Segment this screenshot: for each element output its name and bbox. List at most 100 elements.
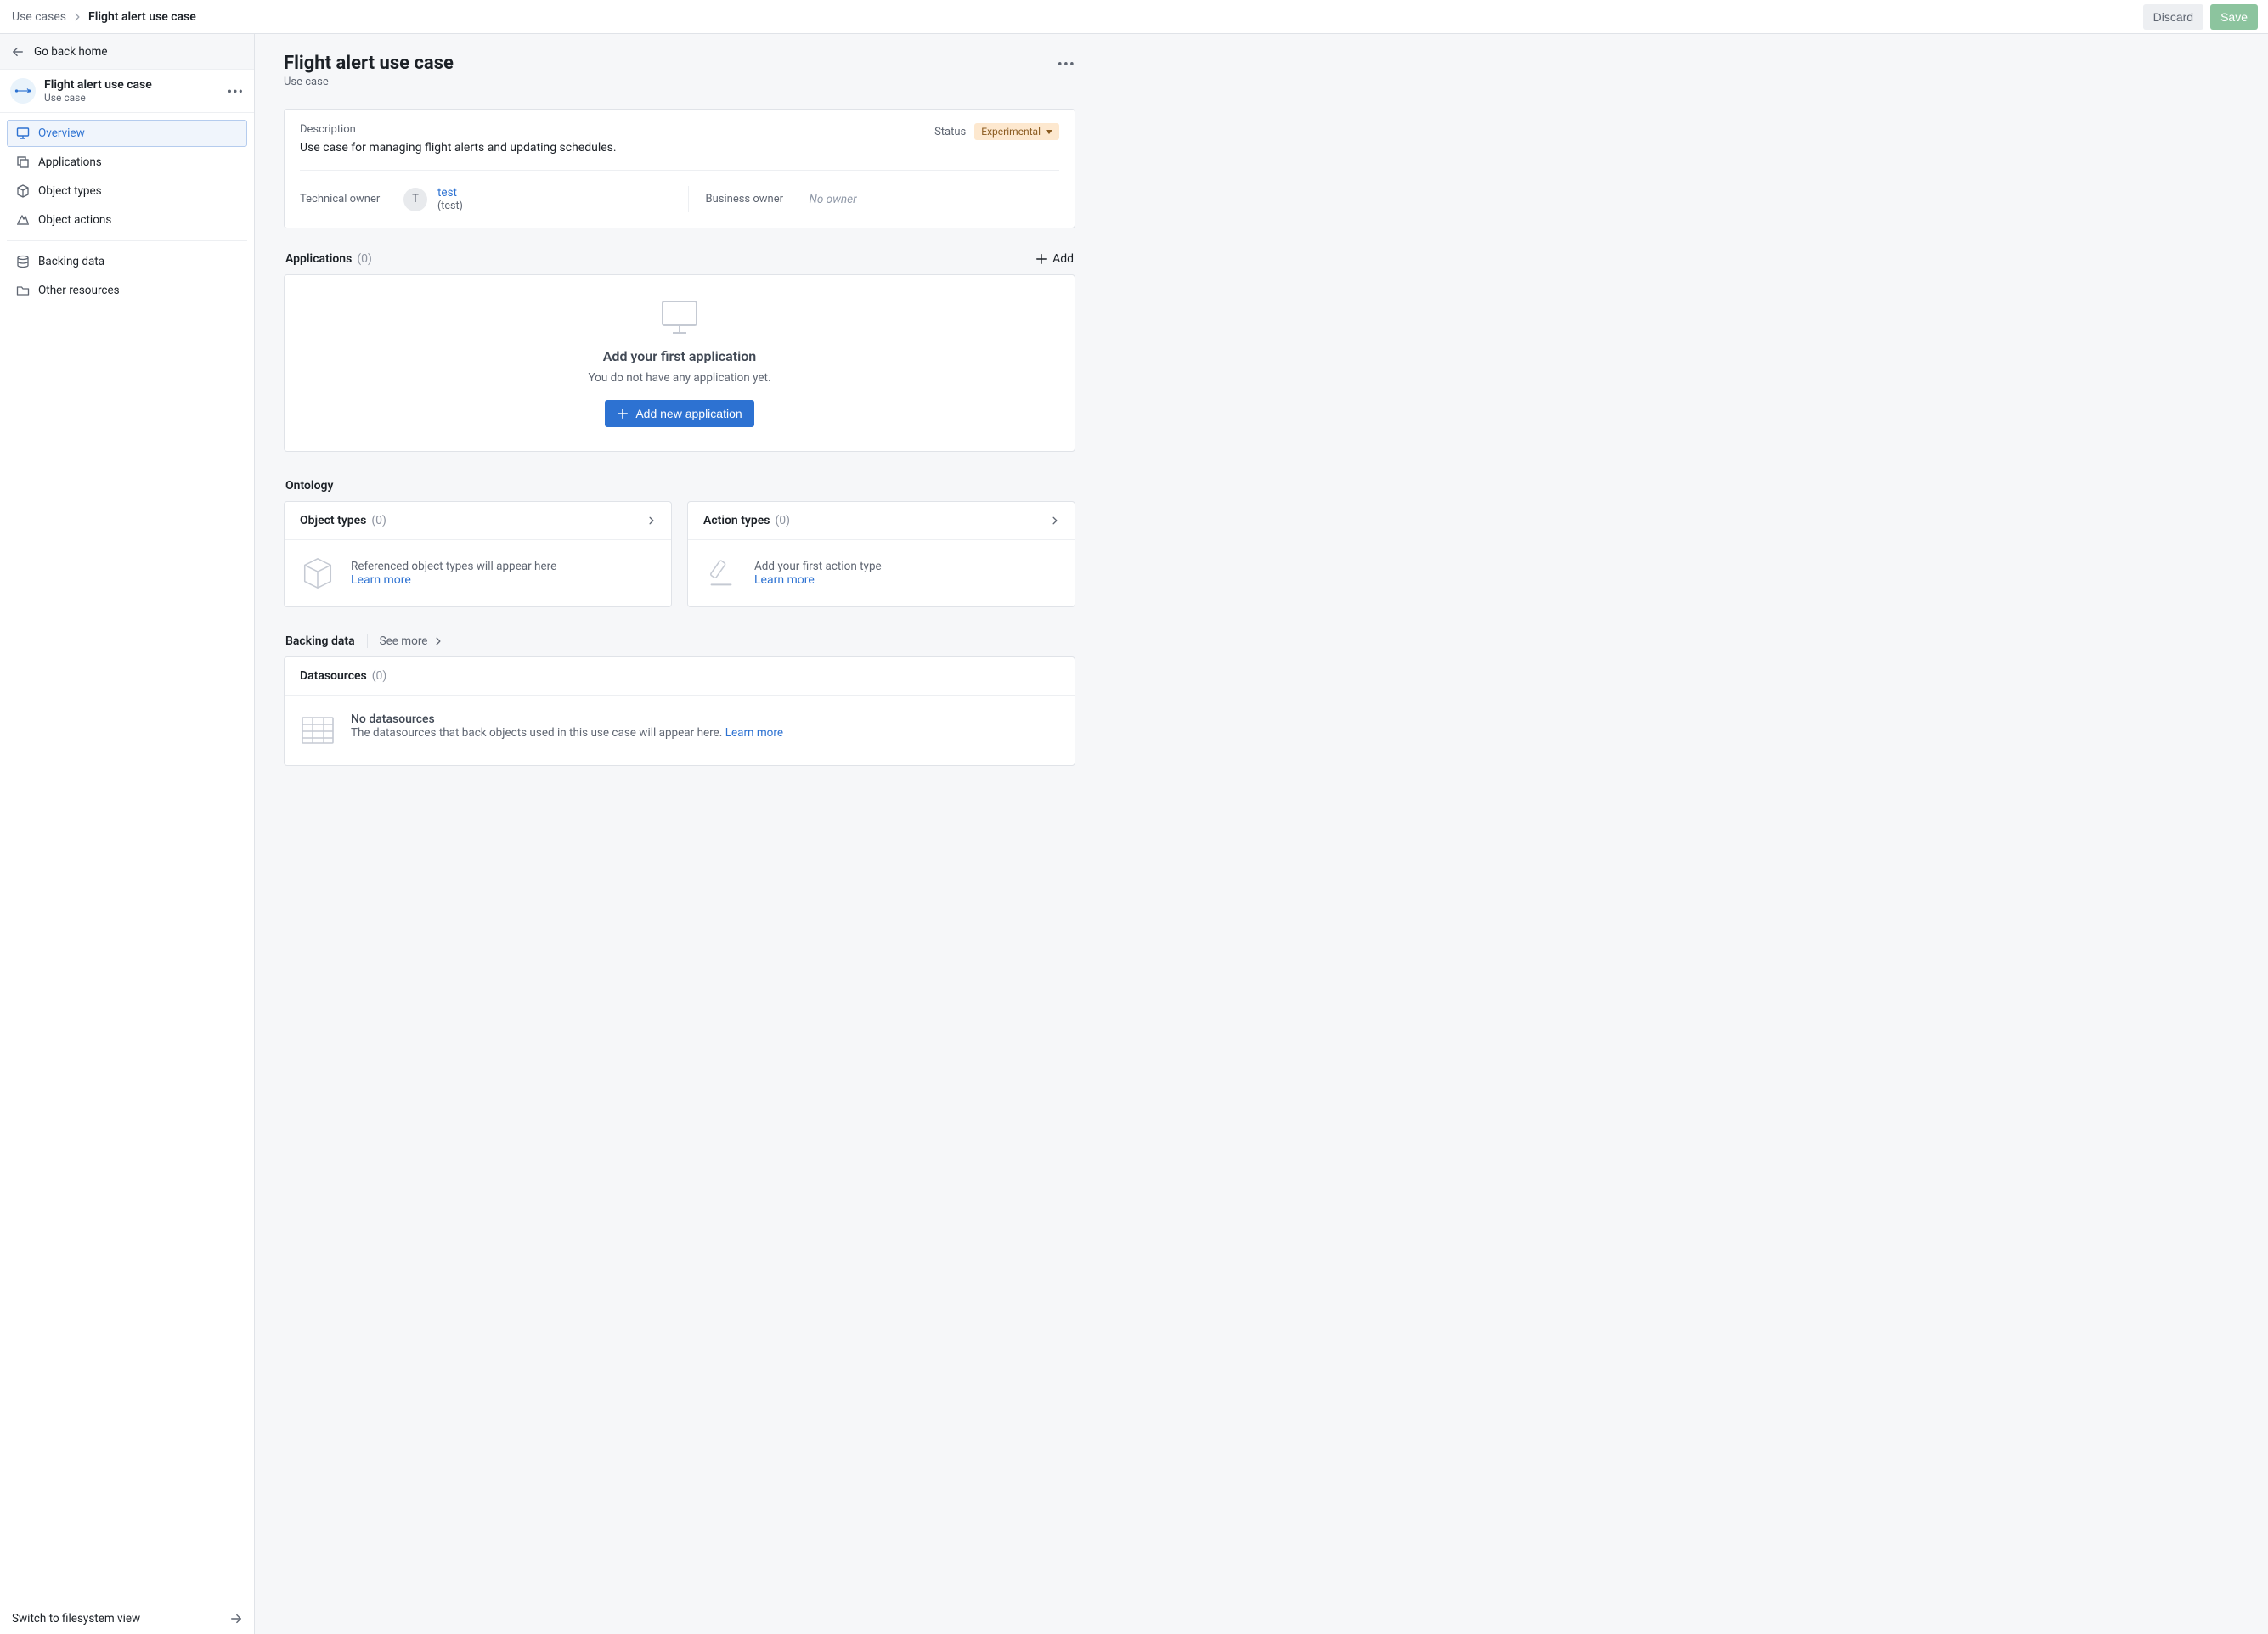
switch-filesystem-label: Switch to filesystem view (12, 1612, 140, 1626)
nav-object-actions[interactable]: Object actions (7, 206, 247, 234)
datasources-empty-sub: The datasources that back objects used i… (351, 726, 783, 740)
monitor-icon (16, 127, 30, 140)
nav-other-label: Other resources (38, 284, 120, 297)
datasources-header: Datasources (0) (285, 657, 1075, 695)
object-types-learn-more[interactable]: Learn more (351, 573, 556, 587)
technical-owner: Technical owner T test (test) (300, 186, 654, 212)
description-label: Description (300, 123, 917, 136)
plus-icon (1035, 253, 1047, 265)
status-badge[interactable]: Experimental (974, 123, 1059, 140)
actions-icon (16, 213, 30, 227)
nav-other-resources[interactable]: Other resources (7, 277, 247, 304)
discard-button[interactable]: Discard (2143, 4, 2203, 30)
action-types-count: (0) (775, 514, 790, 527)
object-types-msg: Referenced object types will appear here (351, 560, 556, 573)
datasources-count: (0) (372, 669, 387, 683)
action-types-header[interactable]: Action types (0) (688, 502, 1075, 539)
description-text: Use case for managing flight alerts and … (300, 141, 917, 155)
object-types-header[interactable]: Object types (0) (285, 502, 671, 539)
sidebar-header: Flight alert use case Use case ••• (0, 70, 254, 113)
object-types-title: Object types (300, 514, 366, 527)
object-types-card: Object types (0) Referenced object types… (284, 501, 672, 607)
nav-object-types-label: Object types (38, 184, 102, 198)
sidebar-more-icon[interactable]: ••• (228, 83, 244, 99)
arrow-right-icon (230, 1613, 242, 1625)
chevron-right-icon (1051, 516, 1059, 525)
description-card: Description Use case for managing flight… (284, 109, 1075, 228)
applications-count: (0) (357, 252, 372, 266)
nav-separator (7, 240, 247, 241)
cube-large-icon (300, 555, 336, 591)
caret-down-icon (1046, 130, 1052, 134)
breadcrumb-root[interactable]: Use cases (12, 10, 66, 24)
sidebar-subtitle: Use case (44, 92, 152, 104)
usecase-icon (10, 78, 36, 104)
cube-icon (16, 184, 30, 198)
status-value: Experimental (981, 126, 1041, 138)
table-icon (300, 713, 336, 748)
nav-applications-label: Applications (38, 155, 102, 169)
ontology-title: Ontology (285, 479, 333, 493)
add-application-link[interactable]: Add (1035, 252, 1074, 266)
applications-header: Applications (0) Add (284, 252, 1075, 266)
monitor-large-icon (659, 299, 700, 336)
avatar: T (403, 188, 427, 211)
topbar: Use cases Flight alert use case Discard … (0, 0, 2268, 34)
arrow-left-icon (12, 46, 24, 58)
action-types-learn-more[interactable]: Learn more (754, 573, 882, 587)
applications-title: Applications (285, 252, 352, 266)
status-label: Status (934, 126, 966, 138)
business-owner: Business owner No owner (688, 186, 1060, 212)
go-back-label: Go back home (34, 45, 108, 59)
gavel-icon (703, 555, 739, 591)
page-more-icon[interactable]: ••• (1058, 53, 1075, 74)
chevron-right-icon (434, 637, 443, 645)
applications-empty-sub: You do not have any application yet. (588, 371, 770, 385)
breadcrumb: Use cases Flight alert use case (12, 10, 196, 24)
save-button[interactable]: Save (2210, 4, 2258, 30)
sidebar-nav: Overview Applications Object types Objec… (0, 113, 254, 311)
action-types-card: Action types (0) (687, 501, 1075, 607)
business-owner-none: No owner (810, 193, 857, 206)
datasources-learn-more[interactable]: Learn more (725, 726, 783, 740)
action-types-title: Action types (703, 514, 770, 527)
action-types-msg: Add your first action type (754, 560, 882, 573)
technical-owner-sub: (test) (437, 200, 463, 212)
backing-data-see-more[interactable]: See more (367, 634, 443, 648)
applications-empty: Add your first application You do not ha… (284, 274, 1075, 452)
folder-icon (16, 284, 30, 297)
breadcrumb-current: Flight alert use case (88, 10, 196, 24)
backing-data-header: Backing data See more (284, 634, 1075, 648)
sidebar: Go back home Flight alert use case Use c… (0, 34, 255, 1634)
chevron-right-icon (73, 13, 82, 21)
page-title: Flight alert use case (284, 53, 454, 74)
switch-filesystem-view[interactable]: Switch to filesystem view (0, 1603, 254, 1634)
nav-overview-label: Overview (38, 127, 85, 140)
nav-backing-data-label: Backing data (38, 255, 104, 268)
database-icon (16, 255, 30, 268)
business-owner-label: Business owner (706, 193, 799, 206)
technical-owner-name[interactable]: test (437, 186, 463, 200)
nav-overview[interactable]: Overview (7, 120, 247, 147)
chevron-right-icon (647, 516, 656, 525)
datasources-empty-title: No datasources (351, 713, 783, 726)
page-subtitle: Use case (284, 76, 454, 88)
add-label: Add (1052, 252, 1074, 266)
see-more-label: See more (380, 634, 428, 648)
applications-empty-title: Add your first application (603, 348, 756, 364)
go-back-home[interactable]: Go back home (0, 34, 254, 70)
ontology-header: Ontology (284, 479, 1075, 493)
topbar-actions: Discard Save (2143, 4, 2258, 30)
nav-object-types[interactable]: Object types (7, 177, 247, 205)
nav-object-actions-label: Object actions (38, 213, 111, 227)
add-new-application-button[interactable]: Add new application (605, 400, 753, 427)
datasources-title: Datasources (300, 669, 367, 683)
nav-backing-data[interactable]: Backing data (7, 248, 247, 275)
backing-data-title: Backing data (285, 634, 355, 648)
object-types-count: (0) (371, 514, 386, 527)
technical-owner-label: Technical owner (300, 193, 393, 206)
datasources-card: Datasources (0) No datasources The datas… (284, 656, 1075, 766)
sidebar-title: Flight alert use case (44, 78, 152, 92)
nav-applications[interactable]: Applications (7, 149, 247, 176)
add-new-application-label: Add new application (635, 407, 742, 420)
